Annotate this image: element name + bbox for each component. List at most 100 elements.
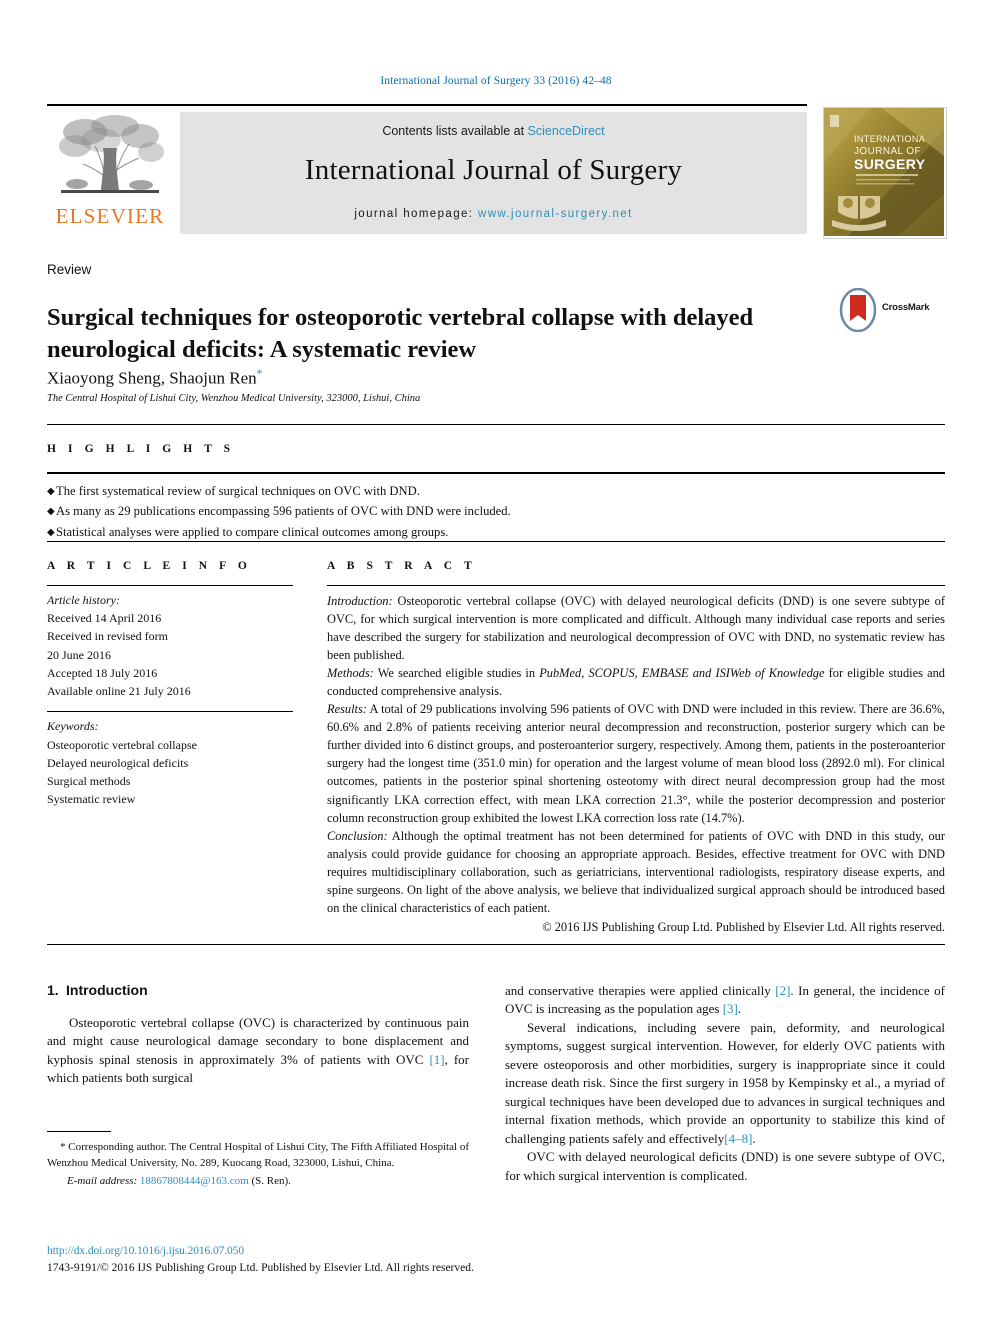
homepage-prefix-text: journal homepage: [354,208,478,220]
svg-text:www: www [896,229,905,234]
abstract-results: Results: A total of 29 publications invo… [327,700,945,826]
intro-paragraph-left: Osteoporotic vertebral collapse (OVC) is… [47,1014,469,1088]
abstract-body: Introduction: Osteoporotic vertebral col… [327,586,945,936]
citation-ref-2[interactable]: [2] [775,983,790,998]
intro-paragraph-right-2: Several indications, including severe pa… [505,1019,945,1148]
abstract-introduction-label: Introduction: [327,594,393,608]
abstract-methods-databases: PubMed, SCOPUS, EMBASE and ISIWeb of Kno… [539,666,825,681]
email-note: E-mail address: 18867808444@163.com (S. … [47,1171,469,1189]
list-item: ◆As many as 29 publications encompassing… [47,501,945,521]
keywords-label: Keywords: [47,719,99,734]
list-item: ◆Statistical analyses were applied to co… [47,522,945,542]
keyword-item: Osteoporotic vertebral collapse [47,737,197,752]
right-text-a: and conservative therapies were applied … [505,983,776,998]
bullet-icon: ◆ [47,506,55,518]
bullet-icon: ◆ [47,526,55,538]
page-title: Surgical techniques for osteoporotic ver… [47,304,754,363]
citation-ref-1[interactable]: [1] [429,1052,444,1067]
doi-link[interactable]: http://dx.doi.org/10.1016/j.ijsu.2016.07… [47,1245,244,1257]
paper-page: International Journal of Surgery 33 (201… [0,0,992,1323]
email-link[interactable]: 18867808444@163.com [140,1175,249,1187]
running-head: International Journal of Surgery 33 (201… [380,75,612,87]
history-item: 20 June 2016 [47,647,111,662]
abstract-bottom-rule [47,944,945,945]
highlight-text: As many as 29 publications encompassing … [56,504,511,519]
body-right-column: and conservative therapies were applied … [505,982,945,1185]
right-para2-text-a: Several indications, including severe pa… [505,1019,945,1146]
masthead-top-rule [47,104,807,106]
abstract-conclusion: Conclusion: Although the optimal treatme… [327,827,945,917]
crossmark-icon [839,287,877,333]
citation-ref-3[interactable]: [3] [723,1001,738,1016]
history-item: Received in revised form [47,629,168,644]
abstract-results-text: A total of 29 publications involving 596… [327,702,945,825]
abstract-column: A B S T R A C T Introduction: Osteoporot… [327,560,945,936]
abstract-methods-label: Methods: [327,666,374,681]
highlights-bottom-rule [47,472,945,474]
article-type-label: Review [47,262,92,277]
crossmark-badge[interactable]: CrossMark [838,287,938,333]
section-number: 1. [47,982,59,998]
abstract-introduction: Introduction: Osteoporotic vertebral col… [327,592,945,664]
masthead-center-band: Contents lists available at ScienceDirec… [180,112,807,234]
svg-text:INTERNATIONA: INTERNATIONA [854,134,925,144]
highlights-end-rule [47,541,945,542]
intro-paragraph-right-1: and conservative therapies were applied … [505,982,945,1019]
right-para2-text-b: . [752,1130,756,1146]
article-history-label: Article history: [47,593,120,607]
contents-prefix-text: Contents lists available at [382,124,528,138]
issn-copyright-line: 1743-9191/© 2016 IJS Publishing Group Lt… [47,1262,474,1274]
author-list: Xiaoyong Sheng, Shaojun Ren* [47,366,263,389]
citation-ref-4-8[interactable]: [4–8] [724,1131,752,1146]
abstract-methods: Methods: We searched eligible studies in… [327,664,945,700]
highlights-top-rule [47,424,945,425]
abstract-conclusion-text: Although the optimal treatment has not b… [327,828,945,915]
crossmark-label: CrossMark [882,302,930,313]
body-left-column: 1. Introduction Osteoporotic vertebral co… [47,982,469,1088]
footnote-rule [47,1131,111,1132]
corresponding-author-note: * Corresponding author. The Central Hosp… [47,1139,469,1171]
email-suffix: (S. Ren). [248,1175,291,1188]
elsevier-wordmark: ELSEVIER [55,204,165,228]
corresponding-author-marker: * [256,366,263,380]
highlight-text: The first systematical review of surgica… [56,484,420,498]
article-info-column: A R T I C L E I N F O Article history: R… [47,560,293,809]
sciencedirect-link[interactable]: ScienceDirect [528,124,605,138]
history-item: Received 14 April 2016 [47,611,162,626]
section-title: Introduction [66,982,148,998]
abstract-heading: A B S T R A C T [327,560,477,572]
highlights-list: ◆The first systematical review of surgic… [47,481,945,542]
svg-text:www: www [834,229,843,234]
article-info-heading: A R T I C L E I N F O [47,560,252,572]
intro-paragraph-right-3: OVC with delayed neurological deficits (… [505,1149,945,1183]
history-item: Available online 21 July 2016 [47,684,191,699]
corresponding-author-text: Corresponding author. The Central Hospit… [47,1141,469,1170]
author-names: Xiaoyong Sheng, Shaojun Ren [47,368,257,388]
keyword-item: Surgical methods [47,774,131,789]
section-heading-introduction: 1. Introduction [47,982,469,998]
elsevier-tree-icon [55,112,165,204]
journal-homepage-line: journal homepage: www.journal-surgery.ne… [180,208,807,220]
highlights-heading: H I G H L I G H T S [47,443,235,455]
elsevier-logo: ELSEVIER [49,112,171,234]
keyword-item: Systematic review [47,792,136,807]
keywords-block: Keywords: Osteoporotic vertebral collaps… [47,712,293,808]
abstract-conclusion-label: Conclusion: [327,828,388,843]
journal-cover-thumbnail: INTERNATIONA JOURNAL OF SURGERY www www [823,107,947,239]
abstract-introduction-text: Osteoporotic vertebral collapse (OVC) wi… [327,594,945,663]
journal-masthead: ELSEVIER Contents lists available at Sci… [47,104,947,239]
contents-available-line: Contents lists available at ScienceDirec… [180,124,807,138]
footnote-block: * Corresponding author. The Central Hosp… [47,1139,469,1189]
list-item: ◆The first systematical review of surgic… [47,481,945,501]
abstract-copyright: © 2016 IJS Publishing Group Ltd. Publish… [542,919,945,934]
highlight-text: Statistical analyses were applied to com… [56,524,449,539]
keyword-item: Delayed neurological deficits [47,755,189,770]
journal-homepage-link[interactable]: www.journal-surgery.net [478,208,633,220]
journal-title: International Journal of Surgery [304,154,683,186]
bullet-icon: ◆ [47,486,55,497]
history-item: Accepted 18 July 2016 [47,665,158,680]
abstract-results-label: Results: [327,702,367,717]
abstract-methods-text-a: We searched eligible studies in [373,666,540,681]
affiliation: The Central Hospital of Lishui City, Wen… [47,393,421,404]
intro-text-a: Osteoporotic vertebral collapse (OVC) is… [47,1015,469,1067]
